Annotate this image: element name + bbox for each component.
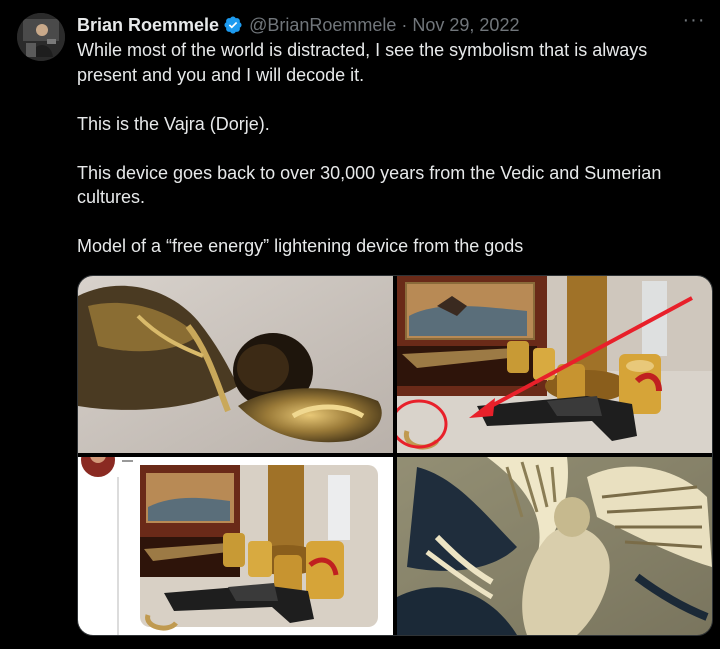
media-image-display-screenshot[interactable] [78,457,393,635]
tweet-text: While most of the world is distracted, I… [77,38,707,259]
tweet-paragraph: This device goes back to over 30,000 yea… [77,162,662,208]
tweet-paragraph: This is the Vajra (Dorje). [77,113,270,134]
media-image-pistol-display[interactable] [397,276,712,453]
more-options-icon[interactable]: ··· [682,10,706,33]
tweet-paragraph: While most of the world is distracted, I… [77,40,648,85]
tweet-paragraph: Model of a “free energy” lightening devi… [77,236,524,256]
media-image-vajra[interactable] [78,276,393,453]
tweet: Brian Roemmele @BrianRoemmele · Nov 29, … [0,0,720,649]
media-grid [77,275,713,636]
avatar[interactable] [17,13,65,61]
author-handle[interactable]: @BrianRoemmele [249,13,396,37]
tweet-header: Brian Roemmele @BrianRoemmele · Nov 29, … [77,13,680,37]
tweet-date[interactable]: Nov 29, 2022 [412,13,519,37]
avatar-image [17,13,65,61]
media-image-winged-relief[interactable] [397,457,712,635]
separator-dot: · [401,15,408,35]
verified-badge-icon [223,15,243,35]
author-name[interactable]: Brian Roemmele [77,13,219,37]
